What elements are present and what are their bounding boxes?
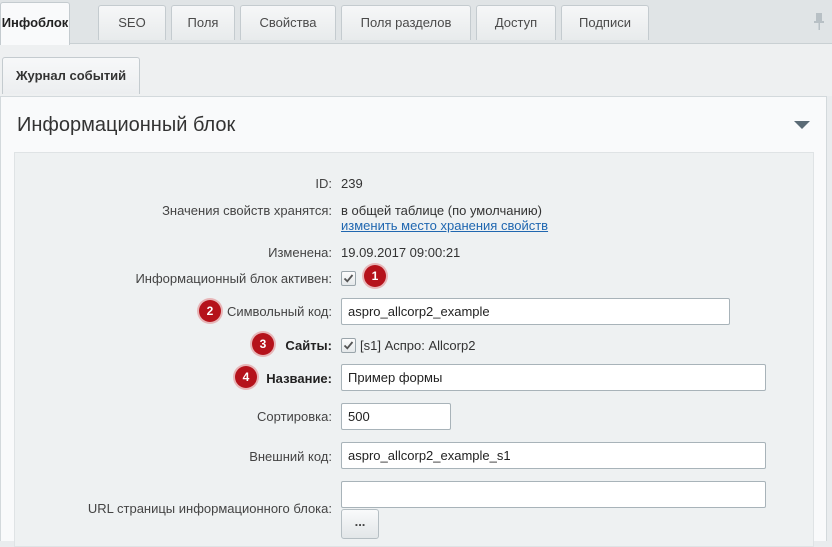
site-s1-label: [s1] Аспро: Allcorp2 [360, 338, 476, 353]
id-label: ID: [315, 176, 332, 191]
sort-label: Сортировка: [257, 409, 332, 424]
sites-label: Сайты: [285, 338, 332, 353]
secondary-tab-bar: Журнал событий [0, 44, 832, 96]
name-label: Название: [266, 371, 332, 386]
url-label: URL страницы информационного блока: [87, 501, 332, 516]
xml-id-label: Внешний код: [249, 449, 332, 464]
modified-label: Изменена: [268, 245, 332, 260]
pin-icon[interactable] [812, 12, 826, 32]
annotation-badge-4: 4 [235, 366, 257, 388]
tab-access[interactable]: Доступ [476, 5, 556, 40]
tab-captions[interactable]: Подписи [561, 5, 649, 40]
change-storage-link[interactable]: изменить место хранения свойств [341, 218, 548, 233]
tab-fields[interactable]: Поля [171, 5, 235, 40]
url-input[interactable] [341, 481, 766, 508]
tab-infoblock[interactable]: Инфоблок [0, 2, 70, 45]
storage-value: в общей таблице (по умолчанию) [341, 203, 543, 218]
annotation-badge-2: 2 [199, 300, 221, 322]
checkmark-icon [343, 274, 354, 283]
storage-label: Значения свойств хранятся: [162, 203, 332, 218]
xml-id-input[interactable] [341, 442, 766, 469]
code-label: Символьный код: [226, 304, 332, 319]
tab-seo[interactable]: SEO [98, 5, 166, 40]
active-label: Информационный блок активен: [135, 271, 332, 286]
annotation-badge-3: 3 [252, 333, 274, 355]
id-value: 239 [341, 176, 363, 191]
sort-input[interactable] [341, 403, 451, 430]
tab-bar: Инфоблок SEO Поля Свойства Поля разделов… [0, 0, 832, 45]
checkmark-icon [343, 341, 354, 350]
code-input[interactable] [341, 298, 730, 325]
tab-event-log[interactable]: Журнал событий [2, 57, 140, 94]
tab-properties[interactable]: Свойства [240, 5, 336, 40]
tab-section-fields[interactable]: Поля разделов [341, 5, 471, 40]
triangle-down-icon[interactable] [794, 121, 810, 129]
url-browse-button[interactable]: ... [341, 509, 379, 539]
active-checkbox[interactable] [341, 271, 356, 286]
modified-value: 19.09.2017 09:00:21 [341, 245, 461, 260]
name-input[interactable] [341, 364, 766, 391]
panel-title: Информационный блок [17, 114, 236, 136]
site-s1-checkbox[interactable] [341, 338, 356, 353]
annotation-badge-1: 1 [364, 265, 386, 287]
